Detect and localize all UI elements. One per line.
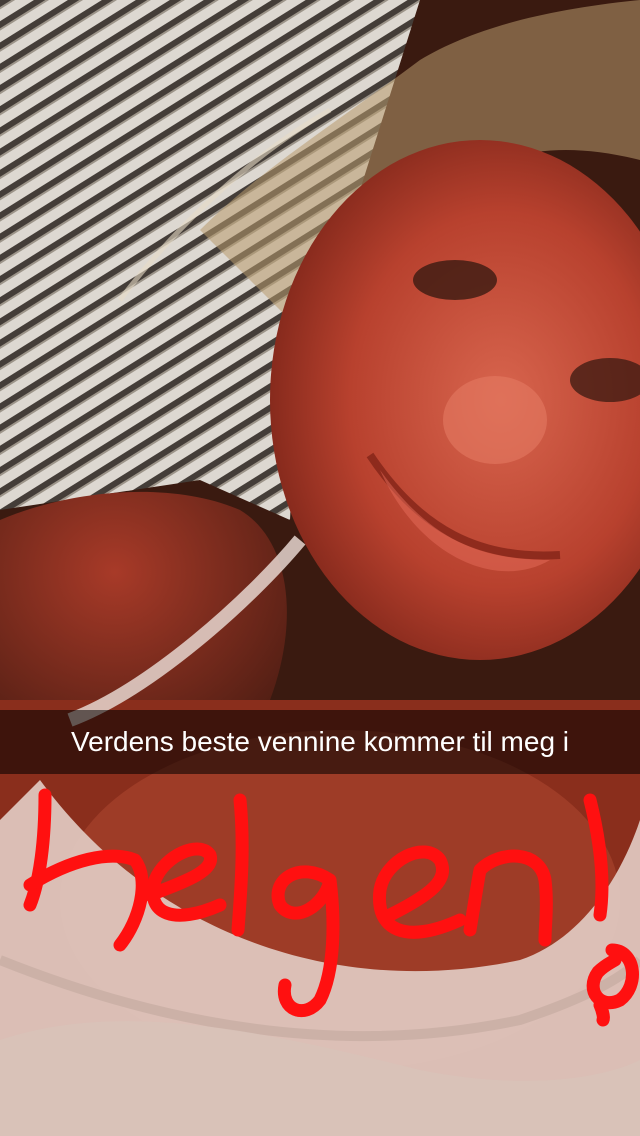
caption-bar: Verdens beste vennine kommer til meg i xyxy=(0,710,640,774)
snap-viewer[interactable]: Verdens beste vennine kommer til meg i xyxy=(0,0,640,1136)
caption-text: Verdens beste vennine kommer til meg i xyxy=(70,726,570,757)
selfie-photo xyxy=(0,0,640,1136)
